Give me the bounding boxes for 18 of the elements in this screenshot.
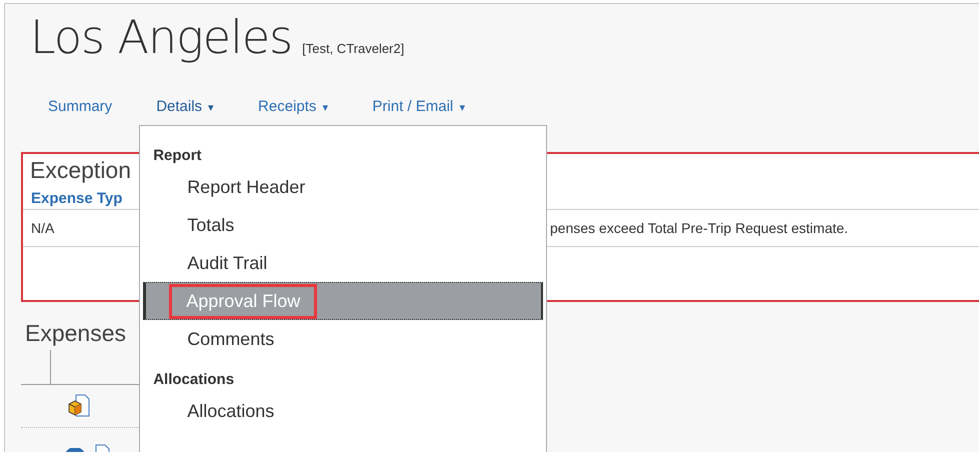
section-title: Expenses	[25, 320, 126, 347]
section-title: Exception	[30, 157, 132, 184]
table-cell: N/A	[31, 220, 54, 236]
menu-item[interactable]: Allocations	[187, 400, 274, 422]
column-header: Expense Typ	[31, 190, 122, 206]
traveler-name: [Test, CTraveler2]	[302, 41, 404, 56]
menu-item[interactable]: Comments	[187, 328, 274, 350]
report-title: Los Angeles	[30, 10, 292, 64]
menu-item[interactable]: Report Header	[187, 176, 306, 198]
nav-tab[interactable]: Print / Email ▾	[372, 98, 466, 115]
nav-tab[interactable]: Details ▾	[156, 98, 214, 115]
menu-item[interactable]: Totals	[187, 214, 234, 236]
menu-section-heading: Allocations	[153, 370, 234, 390]
nav-tab[interactable]: Summary	[48, 98, 112, 115]
menu-item[interactable]: Audit Trail	[187, 252, 268, 274]
table-cell: penses exceed Total Pre-Trip Request estimate.	[550, 220, 848, 236]
menu-section-heading: Report	[153, 146, 202, 166]
nav-tab[interactable]: Receipts ▾	[258, 98, 328, 115]
